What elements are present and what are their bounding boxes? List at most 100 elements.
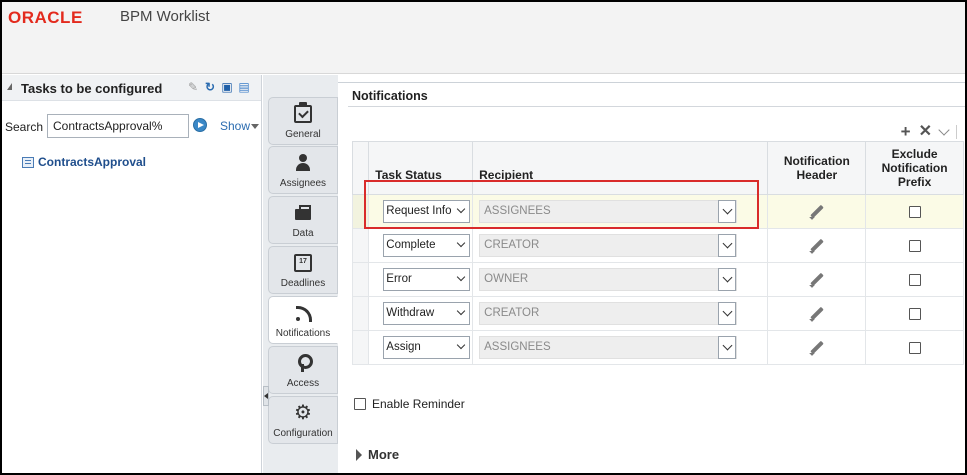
notification-header-cell [767,262,867,297]
notifications-panel: Notifications + ✕ Task Status Recipient … [338,82,965,473]
annotation-highlight-box [364,180,759,229]
enable-reminder-checkbox[interactable] [354,398,366,410]
row-selector[interactable] [351,296,370,331]
clipboard-check-icon [294,102,312,123]
column-header-notification-header[interactable]: Notification Header [767,141,867,195]
search-row: Search Show [2,114,262,138]
tab-data[interactable]: Data [268,196,338,244]
tab-label: Assignees [279,178,327,189]
row-selector[interactable] [351,330,370,365]
notification-header-cell [767,330,867,365]
tab-label: General [285,129,321,140]
export-icon[interactable]: ▤ [237,80,251,94]
save-icon[interactable]: ▣ [220,80,234,94]
tab-notifications[interactable]: Notifications [268,296,338,344]
calendar-icon: 17 [294,254,312,272]
exclude-prefix-checkbox[interactable] [908,307,921,320]
chevron-down-icon [457,272,466,282]
tab-configuration[interactable]: ⚙ Configuration [268,396,338,444]
exclude-prefix-cell [865,330,964,365]
tab-assignees[interactable]: Assignees [268,146,338,194]
exclude-prefix-cell [865,296,964,331]
oracle-logo: ORACLE [8,8,83,27]
exclude-prefix-cell [865,194,964,229]
tasks-panel-header: Tasks to be configured ✎ ↻ ▣ ▤ [2,75,261,101]
task-status-value: Complete [386,239,436,251]
table-row[interactable]: Complete CREATOR [351,228,964,263]
edit-icon[interactable]: ✎ [186,80,200,94]
pencil-icon[interactable] [809,272,825,288]
chevron-down-icon[interactable] [938,124,950,136]
recipient-cell: CREATOR [472,228,769,263]
exclude-prefix-cell [865,262,964,297]
task-status-select[interactable]: Assign [383,336,471,359]
status-cell: Withdraw [368,296,474,331]
person-icon [294,154,312,172]
row-selector[interactable] [351,228,370,263]
config-tab-strip: General Assignees Data 17 Deadlines Noti… [263,75,338,473]
pencil-icon[interactable] [809,340,825,356]
search-input[interactable] [47,114,189,138]
show-menu-link[interactable]: Show [220,119,250,133]
tab-label: Deadlines [280,278,326,289]
task-status-value: Assign [386,341,421,353]
task-item[interactable]: ContractsApproval [22,155,146,169]
enable-reminder-label: Enable Reminder [372,397,465,411]
row-selector[interactable] [351,262,370,297]
recipient-dropdown-button[interactable] [718,268,737,291]
app-header: ORACLE BPM Worklist [2,2,965,74]
recipient-dropdown-button[interactable] [718,302,737,325]
tasks-panel: Tasks to be configured ✎ ↻ ▣ ▤ Search Sh… [2,75,262,473]
tab-general[interactable]: General [268,97,338,145]
pencil-icon[interactable] [809,238,825,254]
chevron-down-icon[interactable] [251,124,259,129]
column-header-exclude-prefix[interactable]: Exclude Notification Prefix [865,141,964,195]
table-row[interactable]: Assign ASSIGNEES [351,330,964,365]
task-status-select[interactable]: Error [383,268,471,291]
pencil-icon[interactable] [809,306,825,322]
expand-triangle-icon [356,448,362,461]
task-status-select[interactable]: Complete [383,234,471,257]
search-go-icon[interactable] [193,118,207,132]
recipient-value: CREATOR [484,239,540,251]
recipient-dropdown-button[interactable] [718,336,737,359]
recipient-select[interactable]: ASSIGNEES [479,336,738,359]
collapse-triangle-icon[interactable] [7,83,12,90]
recipient-select[interactable]: CREATOR [479,302,738,325]
table-row[interactable]: Withdraw CREATOR [351,296,964,331]
briefcase-icon [294,204,312,222]
notification-header-cell [767,194,867,229]
exclude-prefix-checkbox[interactable] [908,205,921,218]
tab-access[interactable]: Access [268,346,338,394]
task-link[interactable]: ContractsApproval [38,155,146,169]
section-divider [348,106,965,107]
exclude-prefix-checkbox[interactable] [908,239,921,252]
splitter-collapse-handle[interactable] [263,386,269,406]
more-section-toggle[interactable]: More [356,447,399,462]
keys-icon [294,354,313,372]
tab-label: Notifications [275,328,331,339]
gear-icon: ⚙ [294,402,312,424]
tasks-panel-title: Tasks to be configured [21,81,163,96]
recipient-select[interactable]: CREATOR [479,234,738,257]
delete-icon[interactable]: ✕ [919,124,932,140]
exclude-prefix-checkbox[interactable] [908,341,921,354]
refresh-icon[interactable]: ↻ [203,80,217,94]
status-cell: Complete [368,228,474,263]
exclude-prefix-checkbox[interactable] [908,273,921,286]
pencil-icon[interactable] [809,204,825,220]
search-label: Search [5,120,44,134]
task-icon [22,156,34,168]
enable-reminder-row[interactable]: Enable Reminder [354,397,465,411]
tab-label: Configuration [273,428,333,439]
add-icon[interactable]: + [901,123,911,140]
table-row[interactable]: Error OWNER [351,262,964,297]
task-status-select[interactable]: Withdraw [383,302,471,325]
recipient-select[interactable]: OWNER [479,268,738,291]
tab-deadlines[interactable]: 17 Deadlines [268,246,338,294]
toolbar-separator [956,125,957,139]
recipient-value: CREATOR [484,307,540,319]
status-cell: Error [368,262,474,297]
recipient-dropdown-button[interactable] [718,234,737,257]
exclude-prefix-cell [865,228,964,263]
